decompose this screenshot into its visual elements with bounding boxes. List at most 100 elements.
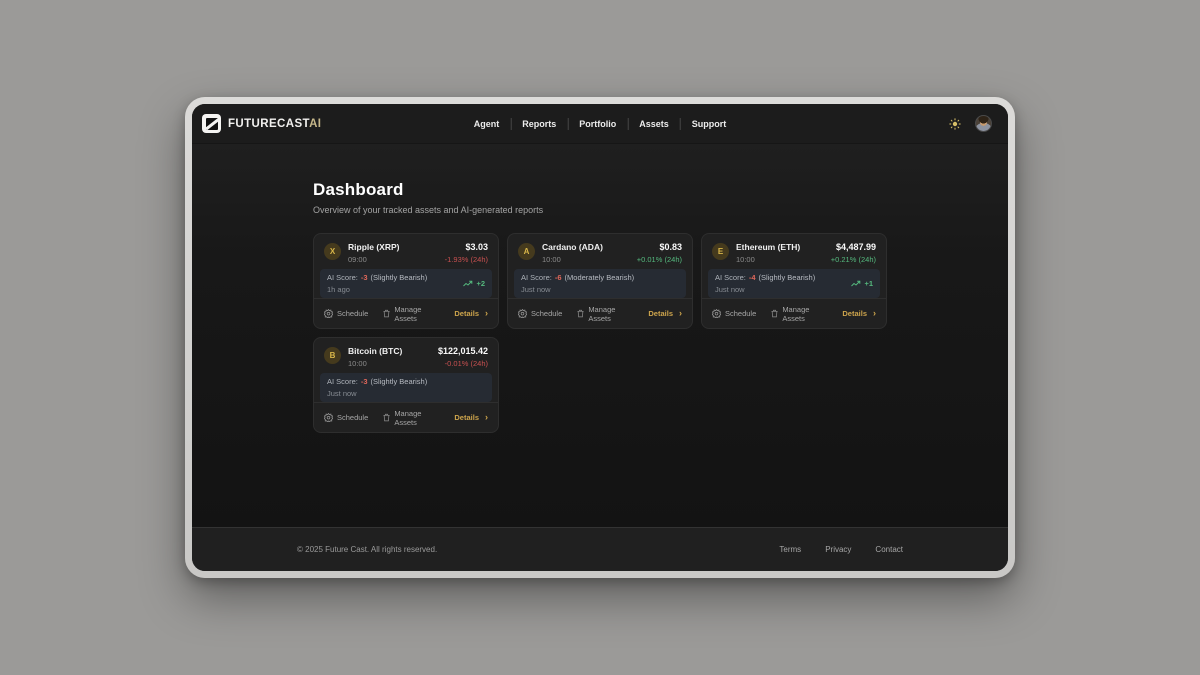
- ai-score-sentiment: (Slightly Bearish): [759, 273, 816, 282]
- app-footer: © 2025 Future Cast. All rights reserved.…: [192, 527, 1008, 571]
- manage-assets-button[interactable]: Manage Assets: [383, 305, 439, 323]
- trash-icon: [577, 309, 584, 318]
- details-button[interactable]: Details ›: [454, 309, 488, 318]
- chevron-right-icon: ›: [485, 309, 488, 318]
- coin-time: 10:00: [348, 359, 402, 368]
- card-header: B Bitcoin (BTC) 10:00 $122,015.42 -0.01%…: [324, 346, 488, 368]
- chevron-right-icon: ›: [485, 413, 488, 422]
- footer-link-terms[interactable]: Terms: [779, 545, 801, 554]
- schedule-button[interactable]: Schedule: [324, 309, 368, 318]
- card-header: E Ethereum (ETH) 10:00 $4,487.99 +0.21% …: [712, 242, 876, 264]
- coin-avatar: E: [712, 243, 729, 260]
- details-label: Details: [842, 309, 867, 318]
- coin-price: $0.83: [637, 242, 682, 252]
- ai-score-sentiment: (Slightly Bearish): [371, 273, 428, 282]
- ai-score-updated: 1h ago: [327, 285, 427, 294]
- trend-badge: +2: [463, 279, 485, 288]
- manage-assets-button[interactable]: Manage Assets: [383, 409, 439, 427]
- manage-assets-label: Manage Assets: [782, 305, 827, 323]
- nav-item-assets[interactable]: Assets: [628, 118, 681, 130]
- coin-change: +0.21% (24h): [831, 255, 876, 264]
- details-button[interactable]: Details ›: [842, 309, 876, 318]
- ai-score-strip: AI Score:-3(Slightly Bearish) 1h ago +2: [320, 269, 492, 298]
- schedule-label: Schedule: [337, 309, 368, 318]
- nav-item-portfolio[interactable]: Portfolio: [568, 118, 628, 130]
- ai-score-label: AI Score:: [715, 273, 746, 282]
- details-label: Details: [454, 413, 479, 422]
- header-actions: [948, 115, 992, 132]
- schedule-label: Schedule: [337, 413, 368, 422]
- schedule-button[interactable]: Schedule: [518, 309, 562, 318]
- futurecast-logo-icon: [202, 114, 221, 133]
- page-subtitle: Overview of your tracked assets and AI-g…: [313, 205, 887, 215]
- gear-icon: [712, 309, 721, 318]
- card-actions: Schedule Manage Assets Details ›: [314, 402, 498, 432]
- footer-link-privacy[interactable]: Privacy: [825, 545, 851, 554]
- chevron-right-icon: ›: [873, 309, 876, 318]
- nav-item-agent[interactable]: Agent: [463, 118, 512, 130]
- coin-name: Ripple (XRP): [348, 242, 399, 252]
- ai-score-strip: AI Score:-6(Moderately Bearish) Just now: [514, 269, 686, 298]
- coin-price: $4,487.99: [831, 242, 876, 252]
- ai-score-label: AI Score:: [327, 377, 358, 386]
- footer-links: Terms Privacy Contact: [779, 545, 903, 554]
- main-content: Dashboard Overview of your tracked asset…: [192, 144, 1008, 527]
- schedule-button[interactable]: Schedule: [324, 413, 368, 422]
- ai-score-label: AI Score:: [327, 273, 358, 282]
- ai-score-value: -3: [361, 273, 368, 282]
- trending-up-icon: [851, 280, 861, 288]
- app-window: FUTURECASTAI Agent Reports Portfolio Ass…: [192, 104, 1008, 571]
- ai-score-sentiment: (Slightly Bearish): [371, 377, 428, 386]
- coin-change: -1.93% (24h): [445, 255, 488, 264]
- details-label: Details: [454, 309, 479, 318]
- trend-badge: +1: [851, 279, 873, 288]
- sun-icon[interactable]: [948, 117, 962, 131]
- card-actions: Schedule Manage Assets Details ›: [314, 298, 498, 328]
- ai-score-value: -3: [361, 377, 368, 386]
- ai-score-updated: Just now: [521, 285, 634, 294]
- coin-name: Bitcoin (BTC): [348, 346, 402, 356]
- brand-logo[interactable]: FUTURECASTAI: [202, 114, 321, 133]
- coin-change: +0.01% (24h): [637, 255, 682, 264]
- brand-name: FUTURECASTAI: [228, 118, 321, 130]
- details-button[interactable]: Details ›: [454, 413, 488, 422]
- ai-score-label: AI Score:: [521, 273, 552, 282]
- device-frame: FUTURECASTAI Agent Reports Portfolio Ass…: [185, 97, 1015, 578]
- trend-delta: +2: [476, 279, 485, 288]
- manage-assets-button[interactable]: Manage Assets: [771, 305, 827, 323]
- trend-delta: +1: [864, 279, 873, 288]
- manage-assets-button[interactable]: Manage Assets: [577, 305, 633, 323]
- ai-score-strip: AI Score:-4(Slightly Bearish) Just now +…: [708, 269, 880, 298]
- manage-assets-label: Manage Assets: [394, 305, 439, 323]
- schedule-label: Schedule: [725, 309, 756, 318]
- coin-time: 10:00: [736, 255, 800, 264]
- ai-score-sentiment: (Moderately Bearish): [565, 273, 635, 282]
- app-header: FUTURECASTAI Agent Reports Portfolio Ass…: [192, 104, 1008, 144]
- user-avatar[interactable]: [975, 115, 992, 132]
- schedule-button[interactable]: Schedule: [712, 309, 756, 318]
- details-label: Details: [648, 309, 673, 318]
- footer-link-contact[interactable]: Contact: [875, 545, 903, 554]
- details-button[interactable]: Details ›: [648, 309, 682, 318]
- ai-score-strip: AI Score:-3(Slightly Bearish) Just now: [320, 373, 492, 402]
- nav-item-reports[interactable]: Reports: [511, 118, 568, 130]
- trash-icon: [383, 309, 390, 318]
- card-header: A Cardano (ADA) 10:00 $0.83 +0.01% (24h): [518, 242, 682, 264]
- copyright-text: © 2025 Future Cast. All rights reserved.: [297, 545, 437, 554]
- coin-time: 10:00: [542, 255, 603, 264]
- asset-card-cardano: A Cardano (ADA) 10:00 $0.83 +0.01% (24h): [507, 233, 693, 329]
- card-actions: Schedule Manage Assets Details ›: [702, 298, 886, 328]
- gear-icon: [324, 413, 333, 422]
- ai-score-updated: Just now: [327, 389, 427, 398]
- trash-icon: [383, 413, 390, 422]
- chevron-right-icon: ›: [679, 309, 682, 318]
- nav-item-support[interactable]: Support: [681, 118, 738, 130]
- ai-score-value: -6: [555, 273, 562, 282]
- gear-icon: [518, 309, 527, 318]
- coin-avatar: B: [324, 347, 341, 364]
- coin-name: Ethereum (ETH): [736, 242, 800, 252]
- manage-assets-label: Manage Assets: [394, 409, 439, 427]
- trash-icon: [771, 309, 778, 318]
- coin-time: 09:00: [348, 255, 399, 264]
- coin-price: $122,015.42: [438, 346, 488, 356]
